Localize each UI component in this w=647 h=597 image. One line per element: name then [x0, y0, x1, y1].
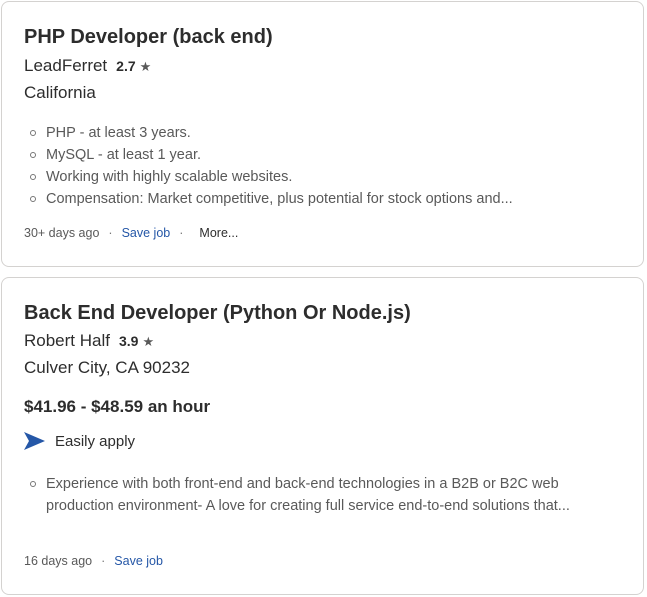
company-rating: 2.7 [116, 58, 136, 74]
job-title[interactable]: Back End Developer (Python Or Node.js) [24, 302, 411, 325]
separator-dot: · [179, 226, 184, 240]
snippet-item: PHP - at least 3 years. [30, 122, 621, 144]
job-meta: 16 days ago · Save job [24, 554, 163, 568]
job-card[interactable]: PHP Developer (back end) LeadFerret 2.7 … [1, 1, 644, 267]
job-snippet: PHP - at least 3 years. MySQL - at least… [24, 122, 621, 210]
star-icon: ★ [142, 334, 155, 349]
separator-dot: · [108, 226, 113, 240]
easily-apply-badge: Easily apply [24, 432, 135, 450]
snippet-item: Working with highly scalable websites. [30, 166, 621, 188]
job-title[interactable]: PHP Developer (back end) [24, 26, 273, 49]
star-icon: ★ [139, 59, 152, 74]
posted-date: 16 days ago [24, 554, 93, 568]
company-name[interactable]: LeadFerret [24, 56, 107, 76]
job-card[interactable]: Back End Developer (Python Or Node.js) R… [1, 277, 644, 595]
separator-dot: · [101, 554, 106, 568]
easily-apply-label: Easily apply [55, 432, 136, 450]
company-row: Robert Half 3.9 ★ [24, 331, 154, 351]
snippet-item: Compensation: Market competitive, plus p… [30, 188, 621, 210]
paper-plane-icon [24, 432, 45, 450]
snippet-item: Experience with both front-end and back-… [30, 473, 621, 517]
job-meta: 30+ days ago · Save job · More... [24, 226, 238, 240]
salary: $41.96 - $48.59 an hour [24, 397, 211, 416]
more-link[interactable]: More... [199, 226, 238, 240]
company-row: LeadFerret 2.7 ★ [24, 56, 151, 76]
job-location: California [24, 83, 96, 102]
company-rating: 3.9 [118, 333, 139, 349]
job-location: Culver City, CA 90232 [24, 358, 190, 377]
snippet-item: MySQL - at least 1 year. [30, 144, 621, 166]
company-name[interactable]: Robert Half [24, 331, 110, 351]
posted-date: 30+ days ago [24, 226, 100, 240]
job-snippet: Experience with both front-end and back-… [24, 473, 621, 517]
save-job-link[interactable]: Save job [122, 226, 171, 240]
save-job-link[interactable]: Save job [114, 554, 163, 568]
